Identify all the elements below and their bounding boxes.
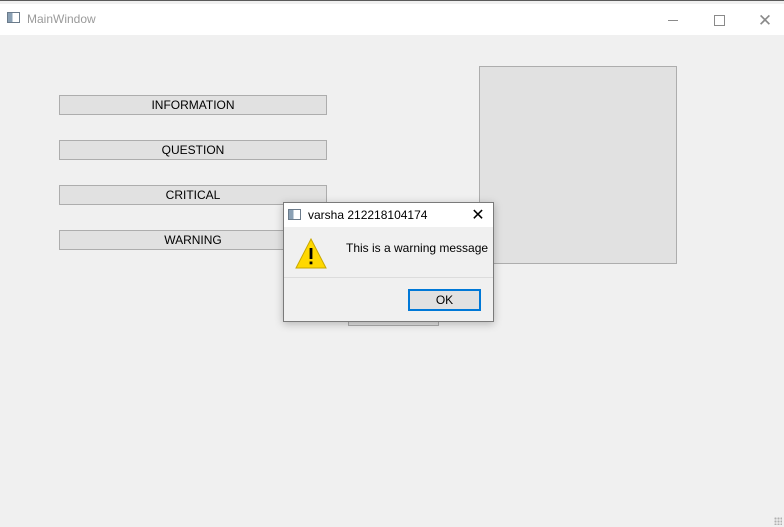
information-button-label: INFORMATION [151, 98, 235, 112]
question-button-label: QUESTION [161, 143, 225, 157]
resize-grip[interactable] [774, 517, 782, 525]
critical-button-label: CRITICAL [165, 188, 221, 202]
window-title: MainWindow [27, 12, 96, 26]
warning-icon [295, 237, 327, 269]
close-icon: ✕ [757, 10, 773, 30]
warning-button-label: WARNING [164, 233, 222, 247]
dialog-message: This is a warning message [346, 241, 489, 255]
warning-dialog: varsha 212218104174 ✕ This is a warning … [283, 202, 494, 322]
dialog-footer: OK [284, 277, 493, 321]
display-frame [479, 66, 677, 264]
minimize-button[interactable] [650, 8, 696, 32]
question-button[interactable]: QUESTION [59, 140, 327, 160]
minimize-icon [668, 19, 678, 21]
maximize-button[interactable] [696, 8, 742, 32]
main-titlebar[interactable]: MainWindow ✕ [0, 4, 784, 35]
dialog-title: varsha 212218104174 [308, 208, 428, 222]
ok-button-label: OK [435, 293, 454, 307]
dialog-body: This is a warning message [284, 227, 493, 277]
maximize-icon [713, 14, 725, 26]
close-button[interactable]: ✕ [742, 8, 784, 32]
dialog-app-icon [288, 209, 301, 220]
close-icon: ✕ [471, 207, 485, 224]
information-button[interactable]: INFORMATION [59, 95, 327, 115]
ok-button[interactable]: OK [408, 289, 481, 311]
app-icon [7, 12, 20, 23]
dialog-close-button[interactable]: ✕ [468, 205, 488, 225]
dialog-titlebar[interactable]: varsha 212218104174 ✕ [284, 203, 493, 227]
